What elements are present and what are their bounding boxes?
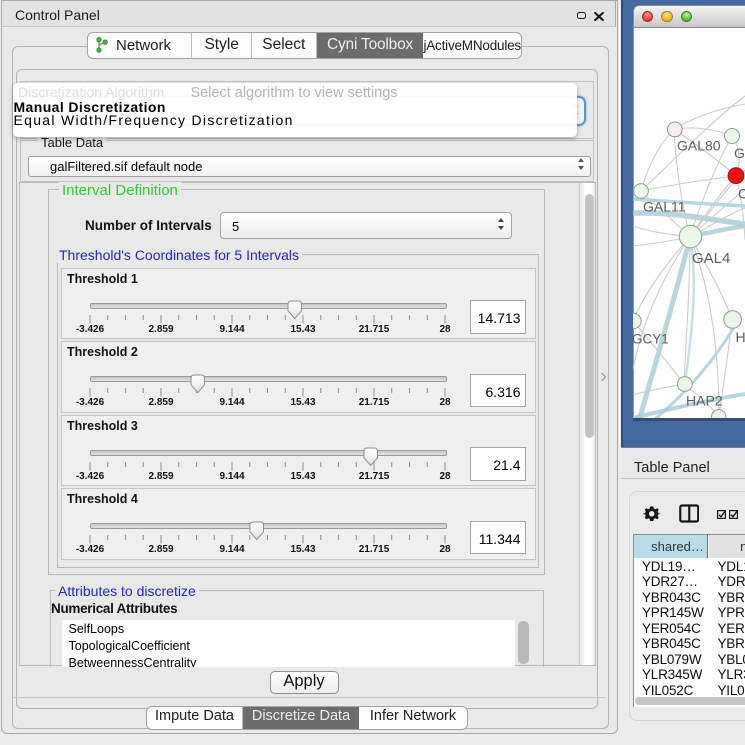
- svg-text:GAL4: GAL4: [692, 250, 730, 267]
- svg-text:GAL2: GAL2: [734, 145, 745, 161]
- svg-text:CD: CD: [738, 186, 745, 202]
- svg-text:GCY1: GCY1: [633, 332, 669, 347]
- svg-text:HI: HI: [736, 329, 745, 345]
- svg-text:GAL11: GAL11: [643, 199, 686, 215]
- svg-text:HAP2: HAP2: [686, 393, 723, 409]
- svg-text:GAL80: GAL80: [677, 138, 721, 154]
